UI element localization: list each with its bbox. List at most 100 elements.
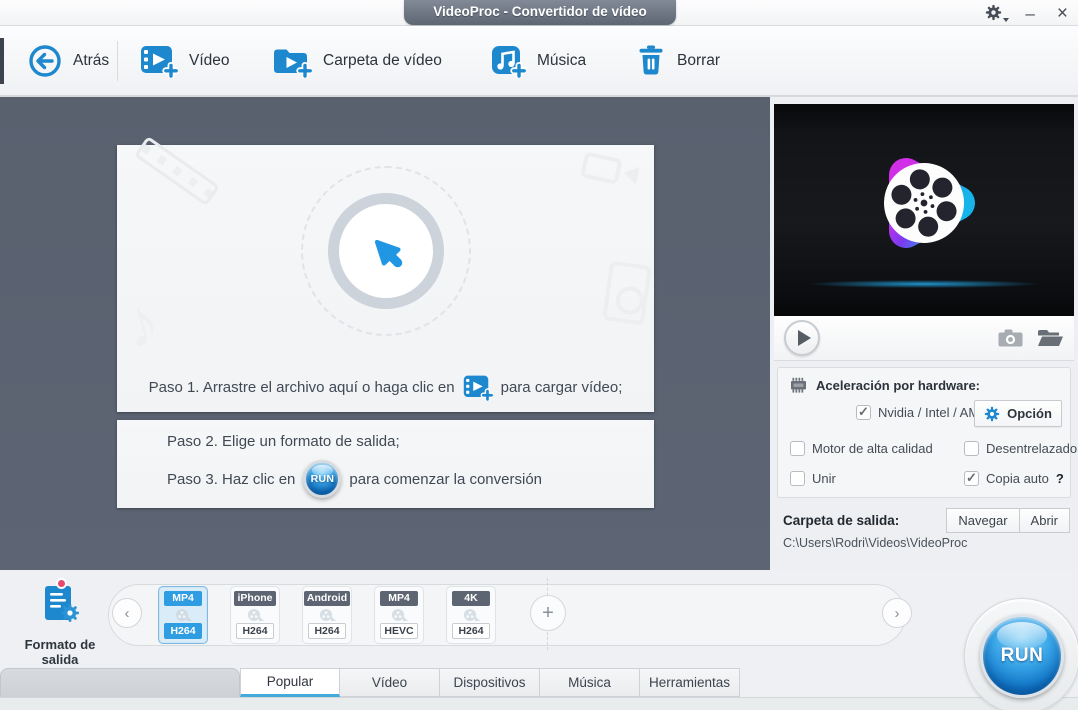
category-tab[interactable]: Popular (240, 668, 340, 697)
preset-format-badge: iPhone (234, 591, 276, 606)
run-mini-label: RUN (310, 473, 335, 485)
output-format-panel[interactable]: Formato de salida (8, 578, 112, 667)
option-label: Opción (1007, 406, 1052, 421)
settings-caret-icon (1003, 18, 1010, 22)
film-reel-icon (463, 608, 480, 622)
chip-icon (788, 377, 809, 393)
delete-label: Borrar (677, 51, 721, 69)
drop-stage: ♪ Paso 1. Arrastre el archivo aquí o hag… (0, 97, 770, 570)
main-toolbar: Atrás Vídeo Carpeta de vídeo Música Borr… (0, 26, 1078, 97)
run-button[interactable]: RUN (980, 614, 1064, 698)
high-quality-label: Motor de alta calidad (812, 441, 933, 456)
preset-list: MP4 H264 iPhone H264 Android H264 MP4 HE… (158, 586, 496, 644)
preset-format-badge: 4K (452, 591, 490, 606)
deinterlace-checkbox[interactable] (964, 441, 979, 456)
add-video-label: Vídeo (189, 51, 230, 69)
output-format-label: Formato de salida (24, 637, 96, 667)
presets-scroll-left-button[interactable]: ‹ (112, 598, 142, 628)
open-folder-icon[interactable] (1037, 329, 1064, 347)
preset-codec-badge: HEVC (380, 623, 418, 639)
option-gear-icon (984, 406, 1000, 422)
category-tabs: Popular Vídeo Dispositivos Música Herram… (240, 668, 740, 697)
step3-text-suffix: para comenzar la conversión (349, 470, 543, 488)
preset-codec-badge: H264 (236, 623, 274, 639)
option-button[interactable]: Opción (974, 400, 1062, 427)
inline-add-video-icon[interactable] (463, 374, 493, 401)
run-mini-button: RUN (303, 460, 342, 498)
play-button[interactable] (784, 320, 820, 356)
category-tab[interactable]: Dispositivos (440, 668, 540, 697)
output-folder-section: Carpeta de salida: Navegar Abrir C:\User… (770, 502, 1078, 562)
format-preset[interactable]: 4K H264 (446, 586, 496, 644)
videoproc-logo (849, 137, 999, 267)
close-button[interactable]: × (1057, 4, 1068, 23)
toolbar-edge-accent (0, 38, 4, 84)
tab-label: Dispositivos (453, 675, 526, 690)
add-video-folder-label: Carpeta de vídeo (323, 51, 442, 69)
output-format-icon (37, 578, 83, 628)
merge-label: Unir (812, 471, 836, 486)
watermark-camcorder-icon (578, 146, 641, 197)
format-preset[interactable]: MP4 HEVC (374, 586, 424, 644)
notification-dot (56, 578, 67, 589)
format-preset[interactable]: MP4 H264 (158, 586, 208, 644)
category-tab[interactable]: Herramientas (640, 668, 740, 697)
hardware-acceleration-panel: Aceleración por hardware: Nvidia / Intel… (777, 367, 1077, 498)
category-tab[interactable]: Vídeo (340, 668, 440, 697)
add-music-button[interactable]: Música (490, 26, 586, 95)
category-tab[interactable]: Música (540, 668, 640, 697)
add-video-folder-button[interactable]: Carpeta de vídeo (272, 26, 442, 95)
drop-zone[interactable]: ♪ Paso 1. Arrastre el archivo aquí o hag… (115, 135, 654, 412)
run-button-label: RUN (1000, 645, 1044, 666)
add-video-button[interactable]: Vídeo (140, 26, 230, 95)
steps-panel: Paso 2. Elige un formato de salida; Paso… (117, 420, 654, 508)
format-bar: Formato de salida ‹ MP4 H264 iPhone H264… (0, 570, 1078, 710)
back-label: Atrás (73, 51, 110, 69)
preset-codec-badge: H264 (164, 623, 202, 639)
step1-text-suffix: para cargar vídeo; (500, 379, 623, 396)
add-video-icon (140, 44, 178, 78)
bottom-strip (0, 697, 1078, 710)
open-button[interactable]: Abrir (1019, 508, 1070, 533)
back-icon (28, 44, 62, 78)
delete-button[interactable]: Borrar (636, 26, 720, 95)
tab-label: Música (568, 675, 611, 690)
preset-codec-badge: H264 (308, 623, 346, 639)
film-reel-icon (175, 608, 192, 622)
toolbar-separator (117, 41, 118, 81)
window-title: VideoProc - Convertidor de vídeo (404, 0, 676, 25)
high-quality-checkbox[interactable] (790, 441, 805, 456)
cursor-arrow-icon (368, 233, 404, 269)
back-button[interactable]: Atrás (28, 26, 109, 95)
step3-text-prefix: Paso 3. Haz clic en (167, 470, 296, 488)
settings-gear-icon[interactable] (985, 4, 1010, 22)
title-bar: VideoProc - Convertidor de vídeo – × (0, 0, 1078, 26)
step1-text-prefix: Paso 1. Arrastre el archivo aquí o haga … (148, 379, 455, 396)
auto-copy-help-icon[interactable]: ? (1056, 471, 1064, 486)
merge-checkbox[interactable] (790, 471, 805, 486)
logo-glow (810, 280, 1038, 288)
watermark-filmstrip-icon (134, 135, 220, 207)
video-folder-icon (272, 44, 312, 78)
auto-copy-checkbox[interactable] (964, 470, 979, 486)
snapshot-camera-icon[interactable] (998, 329, 1023, 347)
gpu-checkbox[interactable] (856, 404, 871, 420)
hardware-title: Aceleración por hardware: (816, 377, 980, 393)
auto-copy-label: Copia auto (986, 471, 1049, 486)
browse-button[interactable]: Navegar (946, 508, 1020, 533)
add-music-icon (490, 44, 526, 78)
format-preset[interactable]: Android H264 (302, 586, 352, 644)
presets-scroll-right-button[interactable]: › (882, 598, 912, 628)
output-folder-path: C:\Users\Rodri\Videos\VideoProc (783, 536, 968, 550)
play-icon (797, 330, 811, 346)
side-panel: Aceleración por hardware: Nvidia / Intel… (770, 97, 1078, 570)
tabs-left-filler (0, 668, 240, 697)
minimize-button[interactable]: – (1025, 5, 1034, 22)
format-preset[interactable]: iPhone H264 (230, 586, 280, 644)
film-reel-icon (247, 608, 264, 622)
trash-icon (636, 44, 666, 77)
drop-target-ring[interactable] (328, 193, 444, 309)
add-music-label: Música (537, 51, 587, 69)
watermark-ipod-icon (602, 260, 652, 326)
add-preset-button[interactable]: + (530, 595, 566, 631)
